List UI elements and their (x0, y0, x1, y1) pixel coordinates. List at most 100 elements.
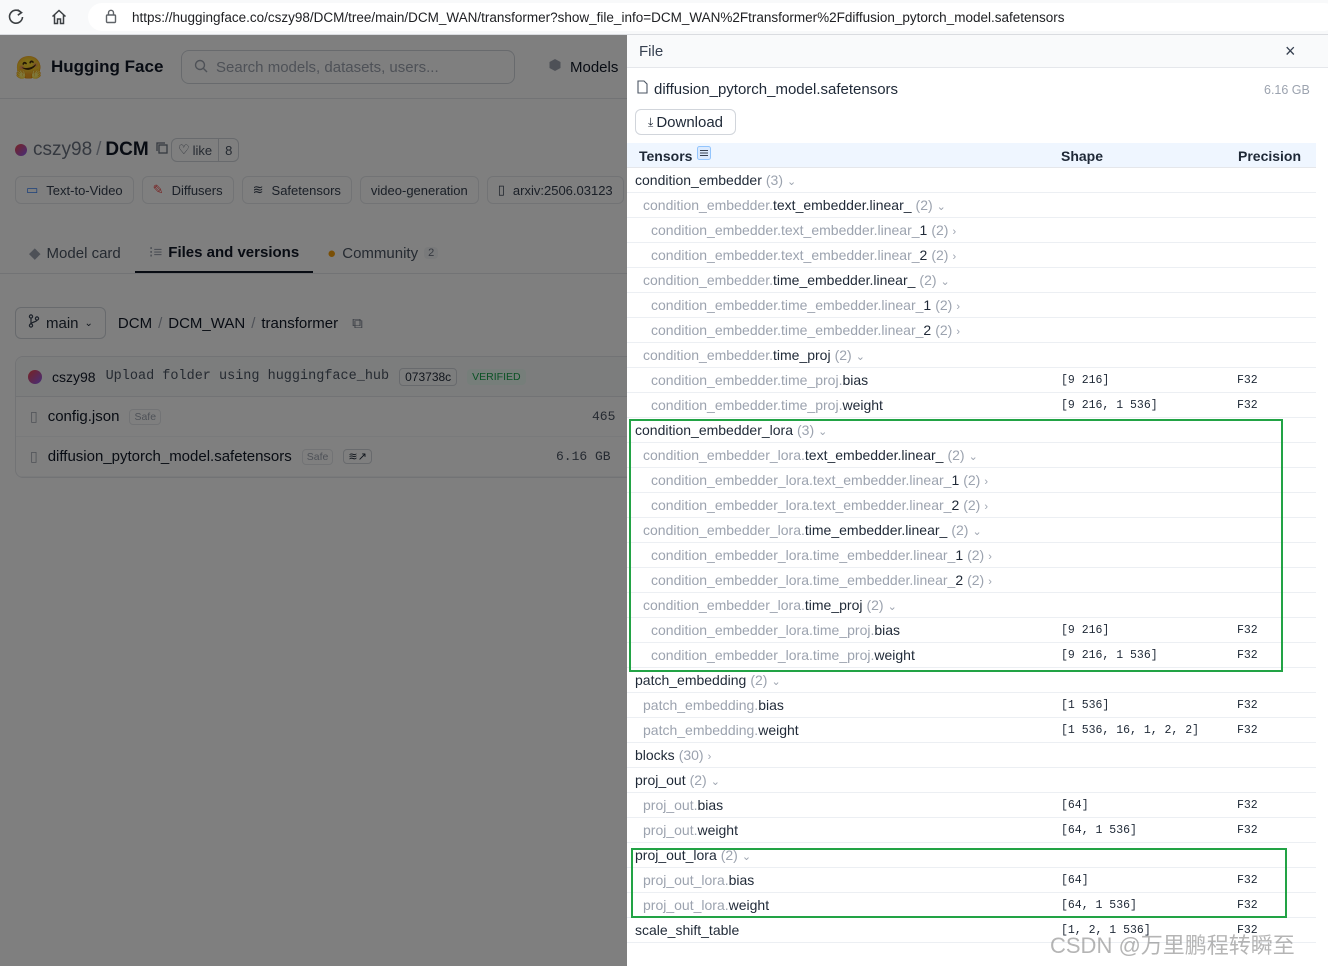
panel-title: File (639, 43, 664, 60)
watermark: CSDN @万里鹏程转瞬至 (1050, 933, 1295, 958)
tensor-name-suffix: blocks (635, 747, 675, 763)
tensor-name-prefix: condition_embedder.time_embedder.linear_ (651, 297, 924, 313)
tensor-precision: F32 (1237, 374, 1258, 387)
tensor-row[interactable]: blocks (30) › (627, 743, 1316, 768)
tensor-row[interactable]: condition_embedder.text_embedder.linear_… (627, 218, 1316, 243)
col-shape: Shape (1061, 148, 1104, 164)
tensor-name-suffix: scale_shift_table (635, 922, 740, 938)
tensor-count: (3) (765, 172, 783, 188)
panel-file-name: diffusion_pytorch_model.safetensors (654, 80, 899, 98)
tensor-shape: [64] (1061, 799, 1089, 812)
tensor-name-prefix: patch_embedding. (643, 697, 759, 713)
home-icon[interactable] (47, 5, 71, 29)
tensor-name[interactable]: blocks (30) › (635, 747, 711, 763)
tensor-precision: F32 (1237, 799, 1258, 812)
address-bar[interactable]: https://huggingface.co/cszy98/DCM/tree/m… (88, 3, 1328, 31)
tensor-name-suffix: weight (758, 722, 799, 738)
tensor-row: proj_out.weight [64, 1 536] F32 (627, 818, 1316, 843)
tensor-shape: [9 216, 1 536] (1061, 399, 1158, 412)
browser-toolbar: https://huggingface.co/cszy98/DCM/tree/m… (0, 0, 1328, 35)
tensor-name: proj_out.bias (643, 797, 723, 813)
tensor-row[interactable]: condition_embedder.time_embedder.linear_… (627, 293, 1316, 318)
chevron-down-icon[interactable]: ⌄ (941, 276, 950, 288)
tensor-name: patch_embedding.weight (643, 722, 799, 738)
tensor-name[interactable]: condition_embedder.time_embedder.linear_… (651, 322, 960, 338)
tensor-name-prefix: condition_embedder.time_embedder.linear_ (651, 322, 924, 338)
chevron-right-icon[interactable]: › (952, 226, 956, 238)
tensor-row[interactable]: condition_embedder (3) ⌄ (627, 168, 1316, 193)
reload-icon[interactable] (4, 5, 28, 29)
tensor-count: (2) (915, 197, 933, 213)
tensor-row[interactable]: proj_out (2) ⌄ (627, 768, 1316, 793)
file-info-panel: File × diffusion_pytorch_model.safetenso… (627, 35, 1328, 966)
tensor-name: condition_embedder.time_proj.weight (651, 397, 883, 413)
tensor-name: patch_embedding.bias (643, 697, 784, 713)
tensor-name-suffix: proj_out (635, 772, 686, 788)
chevron-down-icon[interactable]: ⌄ (771, 676, 780, 688)
chevron-right-icon[interactable]: › (956, 326, 960, 338)
tensor-name-prefix: patch_embedding. (643, 722, 759, 738)
tensor-name-suffix: time_proj (773, 347, 831, 363)
tensor-name-suffix: 1 (923, 297, 932, 313)
tensor-row[interactable]: condition_embedder.time_embedder.linear_… (627, 318, 1316, 343)
tensor-name[interactable]: condition_embedder.text_embedder.linear_… (651, 222, 956, 238)
tensor-row[interactable]: condition_embedder.text_embedder.linear_… (627, 243, 1316, 268)
tensor-precision: F32 (1237, 824, 1258, 837)
download-icon: ⤓ (648, 114, 654, 129)
tensor-count: (2) (750, 672, 768, 688)
tensor-name-suffix: weight (697, 822, 738, 838)
highlight-box-proj-out-lora (631, 848, 1287, 918)
tensor-name[interactable]: condition_embedder.text_embedder.linear_… (651, 247, 956, 263)
tensor-row: condition_embedder.time_proj.bias [9 216]… (627, 368, 1316, 393)
chevron-down-icon[interactable]: ⌄ (787, 176, 796, 188)
chevron-right-icon[interactable]: › (708, 751, 712, 763)
tensor-name-suffix: bias (842, 372, 869, 388)
panel-header: File × (627, 35, 1328, 68)
tensor-name-prefix: condition_embedder. (643, 272, 773, 288)
tensor-row: condition_embedder.time_proj.weight [9 21… (627, 393, 1316, 418)
chevron-down-icon[interactable]: ⌄ (937, 201, 946, 213)
chevron-down-icon[interactable]: ⌄ (711, 776, 720, 788)
close-icon[interactable]: × (1285, 41, 1296, 62)
tensor-name-prefix: condition_embedder. (643, 197, 773, 213)
tensor-row[interactable]: condition_embedder.time_embedder.linear_… (627, 268, 1316, 293)
tensor-shape: [1 536] (1061, 699, 1110, 712)
tensor-name[interactable]: condition_embedder.time_proj (2) ⌄ (643, 347, 865, 363)
tensor-name-suffix: time_embedder.linear_ (773, 272, 916, 288)
tensor-shape: [9 216] (1061, 374, 1110, 387)
tensor-precision: F32 (1237, 724, 1258, 737)
tensor-row: proj_out.bias [64] F32 (627, 793, 1316, 818)
tensor-name-prefix: proj_out. (643, 797, 698, 813)
tensor-name[interactable]: patch_embedding (2) ⌄ (635, 672, 781, 688)
tensor-count: (2) (919, 272, 937, 288)
chevron-down-icon[interactable]: ⌄ (856, 351, 865, 363)
tensor-name-suffix: bias (697, 797, 724, 813)
download-button[interactable]: ⤓ Download (635, 109, 737, 135)
chevron-right-icon[interactable]: › (956, 301, 960, 313)
tensor-name: scale_shift_table (635, 922, 739, 938)
tensor-name: condition_embedder.time_proj.bias (651, 372, 868, 388)
tensor-name-prefix: condition_embedder.time_proj. (651, 397, 843, 413)
tensor-name[interactable]: condition_embedder (3) ⌄ (635, 172, 796, 188)
tensor-name-suffix: bias (758, 697, 784, 713)
col-precision: Precision (1238, 148, 1302, 164)
url-text[interactable]: https://huggingface.co/cszy98/DCM/tree/m… (132, 10, 1065, 25)
tensor-name-suffix: 2 (923, 322, 932, 338)
tensor-name-prefix: condition_embedder.time_proj. (651, 372, 843, 388)
tensor-row[interactable]: condition_embedder.text_embedder.linear_… (627, 193, 1316, 218)
col-tensors: Tensors (639, 148, 693, 164)
tensors-table-header: Tensors Shape Precision (627, 143, 1316, 168)
tensor-count: (30) (678, 747, 704, 763)
tensor-row: patch_embedding.bias [1 536] F32 (627, 693, 1316, 718)
list-toggle-icon[interactable] (697, 146, 711, 163)
tensor-shape: [64, 1 536] (1061, 824, 1137, 837)
tensor-row[interactable]: condition_embedder.time_proj (2) ⌄ (627, 343, 1316, 368)
tensor-name[interactable]: condition_embedder.time_embedder.linear_… (643, 272, 950, 288)
lock-icon[interactable] (104, 8, 118, 27)
chevron-right-icon[interactable]: › (952, 251, 956, 263)
tensor-count: (2) (689, 772, 707, 788)
panel-file-size: 6.16 GB (1264, 83, 1310, 97)
tensor-name[interactable]: condition_embedder.text_embedder.linear_… (643, 197, 946, 213)
tensor-name[interactable]: condition_embedder.time_embedder.linear_… (651, 297, 960, 313)
tensor-name[interactable]: proj_out (2) ⌄ (635, 772, 720, 788)
